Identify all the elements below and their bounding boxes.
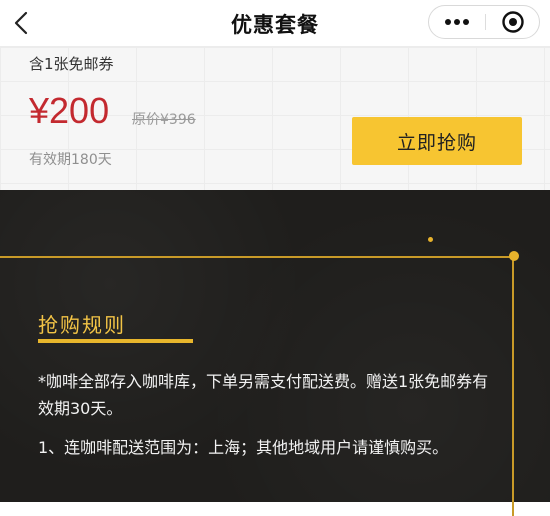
product-card: 含1张免邮券 ¥200 原价¥396 有效期180天 立即抢购 xyxy=(0,47,550,190)
coupon-text: 含1张免邮券 xyxy=(29,55,114,73)
rules-section: 抢购规则 *咖啡全部存入咖啡库，下单另需支付配送费。赠送1张免邮券有效期30天。… xyxy=(0,190,550,516)
rules-paragraph: 1、连咖啡配送范围为：上海；其他地域用户请谨慎购买。 xyxy=(38,438,449,457)
sale-price: ¥200 xyxy=(29,90,110,131)
rules-title-underline xyxy=(38,339,193,343)
validity-text: 有效期180天 xyxy=(29,152,112,168)
rules-title: 抢购规则 xyxy=(38,313,126,337)
decor-dot xyxy=(428,237,433,242)
buy-now-button[interactable]: 立即抢购 xyxy=(352,117,522,165)
mini-program-capsule xyxy=(428,5,540,39)
more-dots-icon[interactable] xyxy=(429,6,485,38)
rules-paragraph: *咖啡全部存入咖啡库，下单另需支付配送费。赠送1张免邮券有效期30天。 xyxy=(38,372,489,418)
target-close-icon[interactable] xyxy=(486,6,540,38)
original-price: 原价¥396 xyxy=(132,112,196,128)
nav-bar: 优惠套餐 xyxy=(0,0,550,47)
decor-dot xyxy=(509,251,519,261)
